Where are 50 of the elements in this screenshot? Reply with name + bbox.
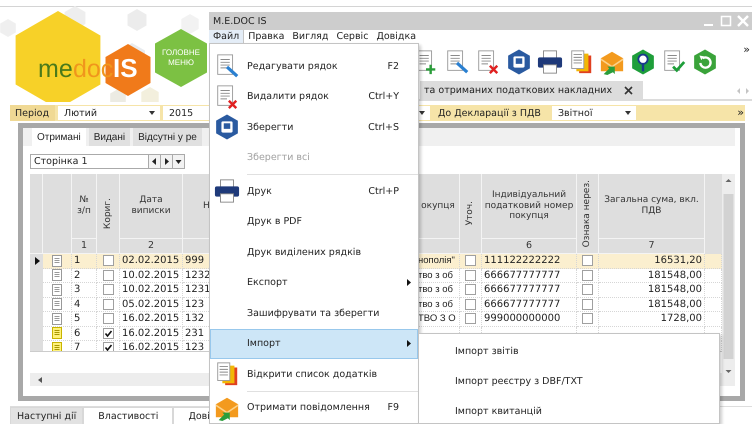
window-title: M.E.DOC IS <box>213 16 268 26</box>
table-cell: 16.02.2015 <box>122 326 180 340</box>
declaration-label: До Декларації з ПДВ <box>437 108 542 118</box>
table-cell: 132 <box>185 312 204 326</box>
table-cell: 16.02.2015 <box>122 312 180 326</box>
shortcut-label: Ctrl+S <box>368 122 400 133</box>
table-cell: 16531,20 <box>654 254 702 268</box>
table-cell: 999 <box>185 254 204 268</box>
table-cell: 111122222222 <box>484 254 560 268</box>
table-cell: 05.02.2015 <box>122 298 180 311</box>
table-cell: 3 <box>74 283 80 296</box>
shortcut-label: F2 <box>387 60 400 72</box>
logo-text: IS <box>113 55 138 81</box>
table-cell: 181548,00 <box>648 283 702 296</box>
table-cell: 4 <box>74 298 80 311</box>
table-cell: 1 <box>74 254 80 268</box>
table-cell: 02.02.2015 <box>122 254 180 268</box>
shortcut-label: Ctrl+P <box>368 186 400 197</box>
table-cell: 123 <box>185 298 204 311</box>
table-cell: тво з об <box>418 298 453 311</box>
table-cell: 181548,00 <box>648 298 702 311</box>
table-cell: нополія" <box>418 254 455 268</box>
column-number: 6 <box>526 240 532 252</box>
table-cell: 10.02.2015 <box>122 268 180 282</box>
table-cell: 7 <box>74 341 80 351</box>
column-number: 2 <box>148 240 154 252</box>
shortcut-label: Ctrl+Y <box>368 91 400 102</box>
table-cell: 999000000000 <box>484 312 560 326</box>
table-cell: 1231 <box>185 283 210 296</box>
table-cell: 181548,00 <box>648 268 702 282</box>
table-cell: 1232 <box>185 268 210 282</box>
table-cell: тво з об <box>418 283 453 296</box>
logo-text: me <box>38 57 73 82</box>
table-cell: 16.02.2015 <box>122 341 180 351</box>
table-cell: 666677777777 <box>484 283 560 296</box>
table-cell: 231 <box>185 326 204 340</box>
table-cell: 5 <box>74 312 80 326</box>
table-cell: 6 <box>74 326 80 340</box>
table-cell: 10.02.2015 <box>122 283 180 296</box>
table-cell: тво з об <box>418 268 453 282</box>
table-cell: 1728,00 <box>660 312 702 326</box>
table-cell: ТВО З О <box>418 312 456 326</box>
table-cell: 666677777777 <box>484 298 560 311</box>
period-label: Період <box>10 105 55 121</box>
column-number: 7 <box>648 240 655 252</box>
table-cell: 123 <box>185 341 204 351</box>
shortcut-label: F9 <box>387 402 400 414</box>
table-cell: 2 <box>74 268 80 282</box>
table-cell: 666677777777 <box>484 268 560 282</box>
column-number: 1 <box>80 240 88 252</box>
